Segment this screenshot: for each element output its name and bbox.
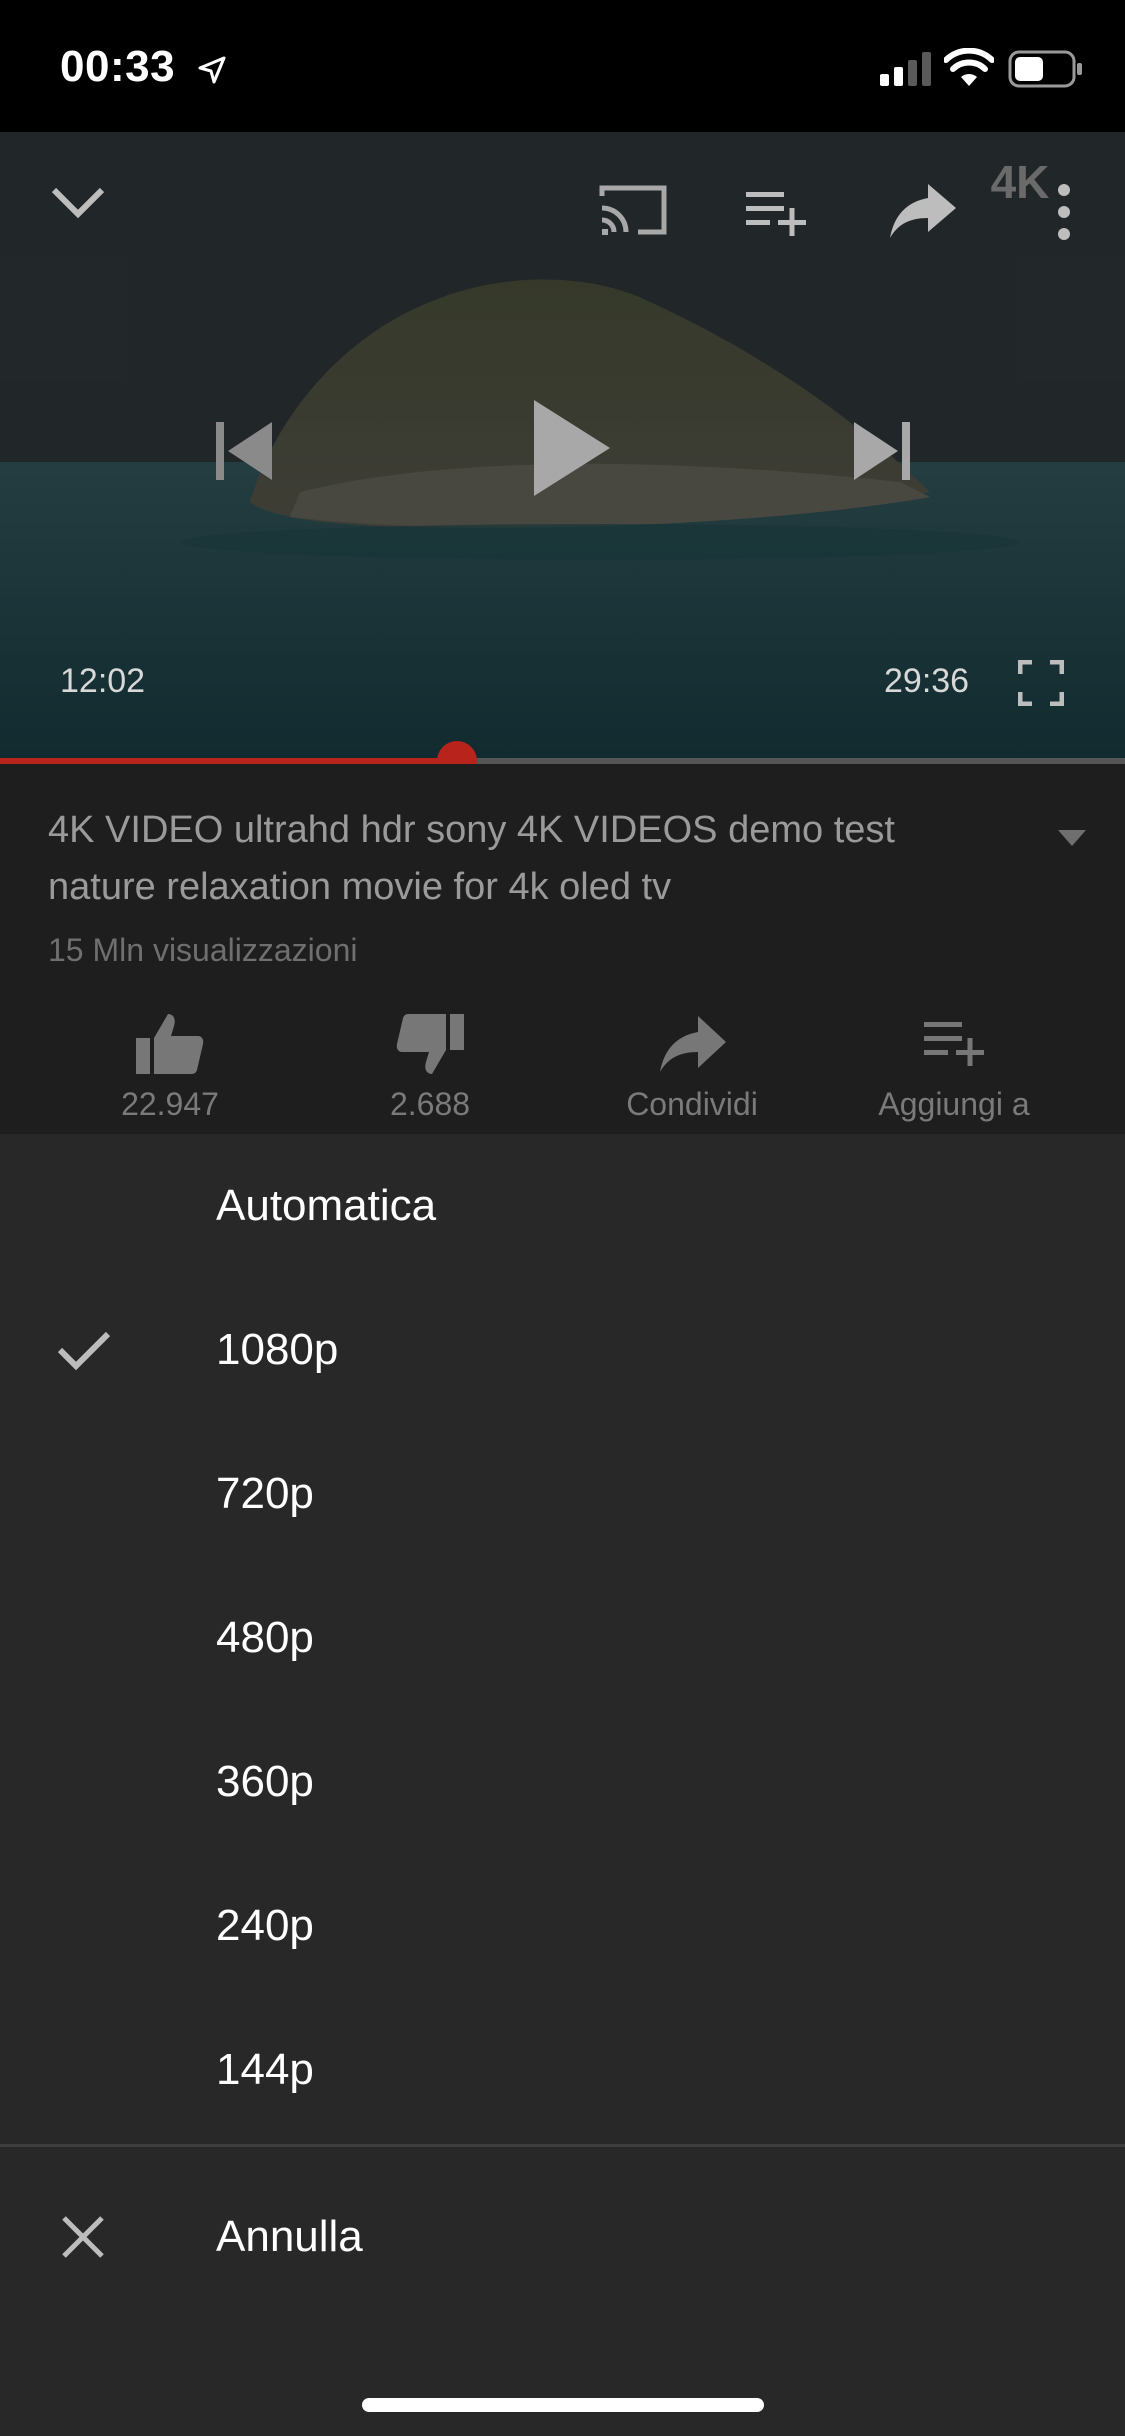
home-indicator[interactable] [362,2398,764,2412]
video-info-panel: 4K VIDEO ultrahd hdr sony 4K VIDEOS demo… [0,764,1125,1134]
share-label: Condividi [626,1086,758,1122]
checkmark-icon [57,1331,111,1371]
chevron-down-icon[interactable] [50,184,106,220]
quality-option-label: 720p [216,1469,314,1518]
next-icon[interactable] [852,420,912,482]
dislike-count: 2.688 [389,1086,471,1122]
quality-bottom-sheet: Automatica 1080p 720p 480p 360p 240p 144… [0,1134,1125,2436]
current-time: 12:02 [60,662,146,700]
quality-option-144p[interactable]: 144p [0,1998,1125,2142]
quality-option-1080p[interactable]: 1080p [0,1278,1125,1422]
status-time: 00:33 [60,42,176,91]
quality-option-label: 480p [216,1613,314,1662]
cancel-button[interactable]: Annulla [0,2147,1125,2327]
quality-option-label: 144p [216,2045,314,2094]
share-icon [660,1016,726,1072]
add-to-label: Aggiungi a [878,1086,1030,1122]
video-title: 4K VIDEO ultrahd hdr sony 4K VIDEOS demo… [48,809,895,908]
cancel-label: Annulla [216,2212,363,2261]
add-to-playlist-icon [924,1022,984,1066]
quality-option-label: 240p [216,1901,314,1950]
quality-option-auto[interactable]: Automatica [0,1134,1125,1278]
play-icon[interactable] [532,398,612,498]
thumbs-up-icon [136,1014,204,1074]
like-count: 22.947 [121,1086,219,1122]
quality-option-480p[interactable]: 480p [0,1566,1125,1710]
total-time: 29:36 [884,662,970,700]
expand-caret-icon[interactable] [1058,830,1086,846]
dislike-button[interactable]: 2.688 [300,1012,560,1123]
view-count: 15 Mln visualizzazioni [48,932,358,968]
wifi-icon [944,48,994,86]
video-player[interactable]: 4K 12:02 29:36 [0,132,1125,762]
quality-option-label: 1080p [216,1325,339,1374]
close-icon [62,2216,104,2258]
location-arrow-icon [198,56,226,84]
share-action-button[interactable]: Condividi [562,1012,822,1123]
quality-option-240p[interactable]: 240p [0,1854,1125,1998]
previous-icon[interactable] [214,420,274,482]
like-button[interactable]: 22.947 [40,1012,300,1123]
status-bar: 00:33 [0,0,1125,132]
quality-option-720p[interactable]: 720p [0,1422,1125,1566]
cellular-signal-icon [880,52,931,86]
quality-option-label: 360p [216,1757,314,1806]
svg-text:4K: 4K [991,156,1050,208]
battery-icon [1008,50,1082,88]
more-vertical-icon[interactable] [1056,182,1072,242]
fullscreen-icon[interactable] [1018,660,1064,706]
thumbs-down-icon [396,1014,464,1074]
quality-option-label: Automatica [216,1181,437,1230]
add-to-button[interactable]: Aggiungi a [824,1012,1084,1123]
quality-option-360p[interactable]: 360p [0,1710,1125,1854]
share-icon[interactable] [888,182,958,240]
add-to-queue-icon[interactable] [744,188,810,238]
cast-icon[interactable] [598,182,668,238]
